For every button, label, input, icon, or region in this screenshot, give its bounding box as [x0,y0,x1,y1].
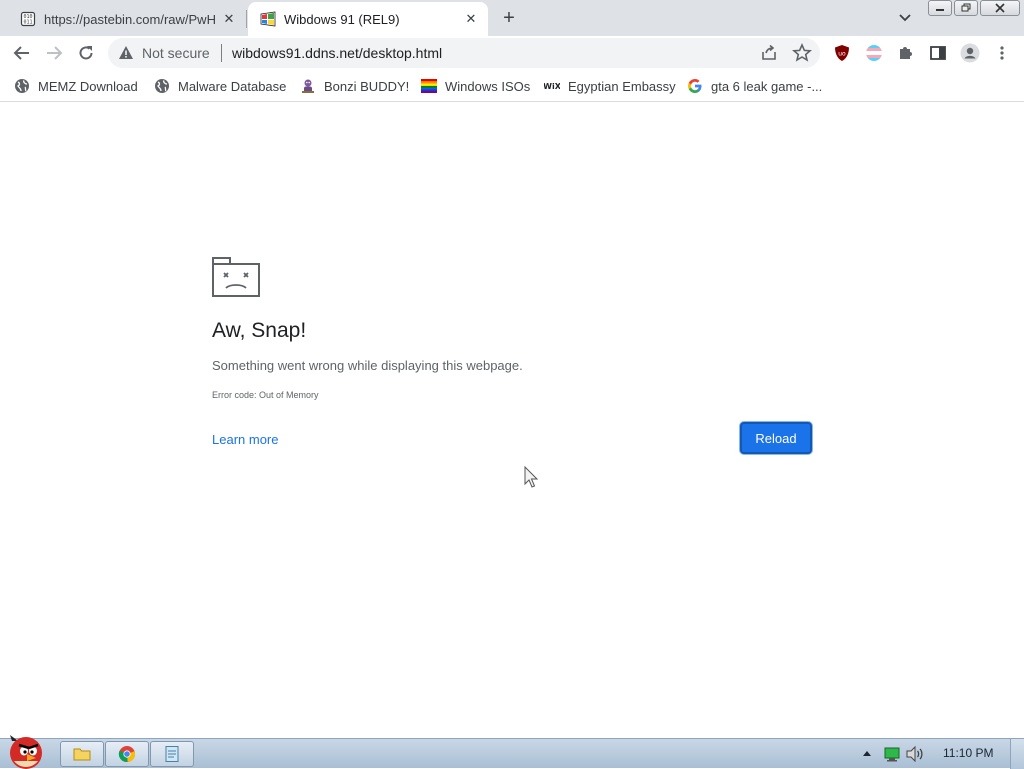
bookmark-label: Egyptian Embassy [568,78,676,94]
notepad-icon [165,746,179,762]
show-desktop-button[interactable] [1010,739,1024,769]
extensions-button[interactable] [894,41,918,65]
bookmark-memz-download[interactable]: MEMZ Download [14,76,138,96]
bookmark-star-icon[interactable] [792,43,812,63]
svg-text:011: 011 [23,20,32,26]
svg-text:WiX: WiX [544,82,560,91]
profile-button[interactable] [958,41,982,65]
tab-title: https://pastebin.com/raw/PwH [44,11,216,27]
google-icon [687,78,703,94]
bookmark-label: Bonzi BUDDY! [324,78,410,94]
close-icon [995,3,1005,13]
start-button-angry-bird-icon[interactable] [0,731,52,769]
profile-avatar-icon [960,43,980,63]
menu-button[interactable] [990,41,1014,65]
bookmark-egyptian-embassy[interactable]: WiX Egyptian Embassy [544,76,676,96]
svg-text:uo: uo [838,51,846,58]
minimize-button[interactable] [928,0,952,16]
chrome-icon [118,746,136,763]
close-window-button[interactable] [980,0,1020,16]
bookmark-label: gta 6 leak game -... [711,78,823,94]
trans-flag-circle-icon [866,45,882,61]
tab-strip: 010 011 https://pastebin.com/raw/PwH ✕ W… [0,0,1024,36]
bookmark-label: Malware Database [178,78,287,94]
wibdows-favicon-icon [260,11,276,27]
address-divider [221,44,222,62]
bookmark-gta-6-leak[interactable]: gta 6 leak game -... [687,76,822,96]
error-message: Something went wrong while displaying th… [212,358,523,373]
learn-more-link[interactable]: Learn more [212,432,278,447]
tab-title: Wibdows 91 (REL9) [284,11,400,27]
tab-separator [246,10,247,28]
folder-icon [73,748,91,761]
ublock-shield-icon: uo [835,45,849,61]
ublock-extension-button[interactable]: uo [830,41,854,65]
forward-button[interactable] [42,41,66,65]
taskbar-chrome-button[interactable] [105,741,149,767]
rainbow-flag-icon [421,78,437,94]
back-arrow-icon [13,46,29,60]
bookmark-malware-database[interactable]: Malware Database [154,76,286,96]
wix-icon: WiX [544,78,560,94]
mouse-cursor-icon [524,466,539,488]
minimize-icon [936,9,944,11]
taskbar-notepad-button[interactable] [150,741,194,767]
taskbar-clock[interactable]: 11:10 PM [943,746,993,760]
volume-icon[interactable] [905,745,925,763]
share-icon[interactable] [760,44,778,62]
taskbar: 11:10 PM [0,735,1024,769]
globe-icon [14,78,30,94]
show-hidden-icons-icon[interactable] [862,745,872,763]
close-tab-icon[interactable]: ✕ [462,10,480,28]
close-tab-icon[interactable]: ✕ [220,10,238,28]
globe-icon [154,78,170,94]
security-status-label[interactable]: Not secure [142,45,210,61]
side-panel-icon [930,46,946,60]
pastebin-favicon-icon: 010 011 [20,11,36,27]
forward-arrow-icon [47,46,63,60]
network-icon[interactable] [883,745,901,763]
new-tab-button[interactable]: + [497,7,521,31]
error-title: Aw, Snap! [212,319,307,342]
flag-extension-button[interactable] [862,41,886,65]
tab-search-chevron-icon[interactable] [896,10,914,26]
url-text[interactable]: wibdows91.ddns.net/desktop.html [232,45,442,61]
tab-pastebin[interactable]: 010 011 https://pastebin.com/raw/PwH ✕ [8,2,246,36]
bookmark-label: MEMZ Download [38,78,138,94]
restore-button[interactable] [954,0,978,16]
error-page: Aw, Snap! Something went wrong while dis… [0,103,1024,738]
bookmark-label: Windows ISOs [445,78,531,94]
address-bar[interactable]: Not secure wibdows91.ddns.net/desktop.ht… [108,38,820,68]
bonzi-icon [300,78,316,94]
bookmarks-bar: MEMZ Download Malware Database Bonzi BUD… [0,70,1024,102]
side-panel-button[interactable] [926,41,950,65]
bookmark-bonzi-buddy[interactable]: Bonzi BUDDY! [300,76,409,96]
window-controls [928,0,1020,16]
sad-tab-icon [212,257,260,297]
refresh-icon [79,46,93,60]
restore-icon [961,3,971,12]
kebab-menu-icon [1000,46,1004,60]
browser-toolbar: Not secure wibdows91.ddns.net/desktop.ht… [0,36,1024,70]
reload-button[interactable]: Reload [740,422,812,454]
back-button[interactable] [10,41,34,65]
error-code: Error code: Out of Memory [212,390,319,400]
bookmark-windows-isos[interactable]: Windows ISOs [421,76,530,96]
tab-wibdows[interactable]: Wibdows 91 (REL9) ✕ [248,2,488,36]
taskbar-explorer-button[interactable] [60,741,104,767]
puzzle-piece-icon [900,47,912,59]
warning-triangle-icon[interactable] [118,45,134,61]
reload-page-button[interactable] [74,41,98,65]
